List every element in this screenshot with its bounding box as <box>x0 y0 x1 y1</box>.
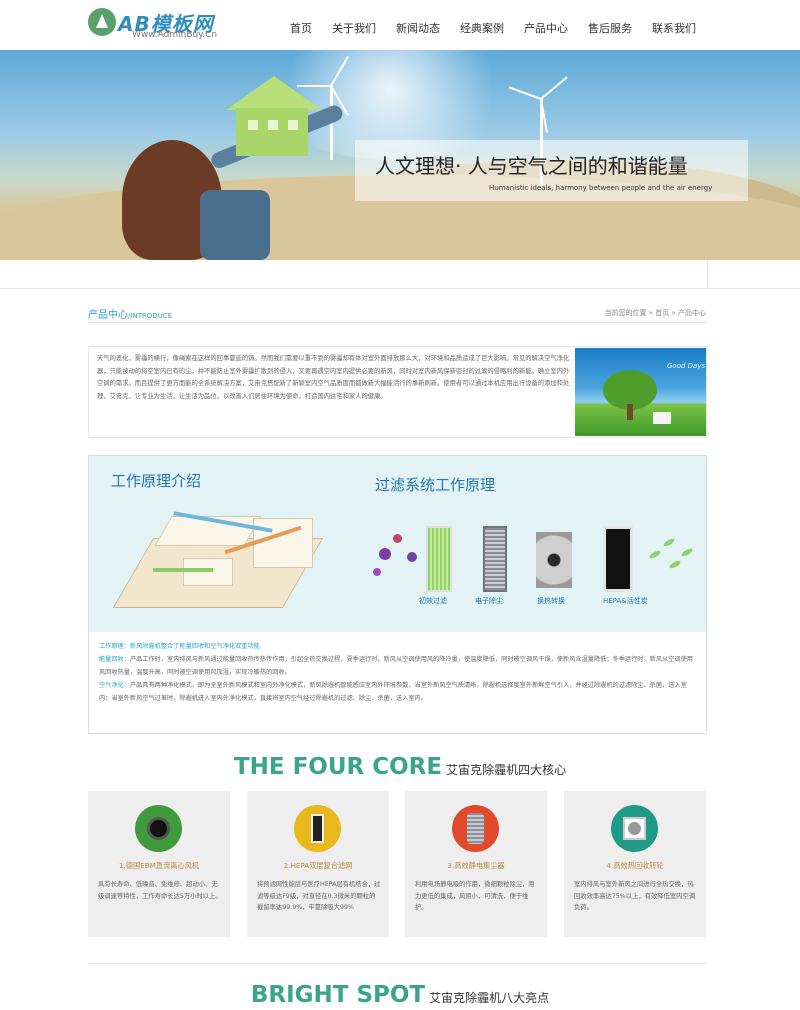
virus-icon <box>393 534 402 543</box>
nav-item-news[interactable]: 新闻动态 <box>386 20 450 36</box>
heat-exchanger-icon <box>536 532 572 588</box>
core-card-title: 2.HEPA双层复合滤网 <box>283 861 353 870</box>
fan-icon <box>611 805 658 852</box>
four-core-title-cn: 艾宙克除霾机四大核心 <box>446 763 567 777</box>
divider <box>707 260 708 288</box>
air-purification-paragraph: 空气净化：产品具有两种净化模式，即为全室外新风模式和室内外净化模式，新风除霾机智… <box>99 679 699 705</box>
core-card[interactable]: 1.德国EBM直流离心风机 具有长寿命、低噪音、免维修、超动小、无级调速等特性，… <box>88 791 230 937</box>
breadcrumb[interactable]: 当前您的位置 » 首页 » 产品中心 <box>605 308 706 318</box>
core-card-title: 3.高效静电集尘器 <box>447 861 505 870</box>
leaf-icon <box>662 537 676 548</box>
house-icon <box>653 412 671 424</box>
divider <box>88 322 707 323</box>
air-purification-text: 产品具有两种净化模式，即为全室外新风模式和室内外净化模式，新风除霾机智能感应室内… <box>99 682 687 702</box>
nav-item-service[interactable]: 售后服务 <box>578 20 642 36</box>
virus-icon <box>407 552 417 562</box>
filter-heading: 过滤系统工作原理 <box>375 476 496 494</box>
page: AB模板网 Www.AdminBuy.Cn 首页 关于我们 新闻动态 经典案例 … <box>0 0 800 1010</box>
tree-trunk <box>627 404 633 420</box>
logo-icon <box>88 8 116 36</box>
logo[interactable]: AB模板网 Www.AdminBuy.Cn <box>88 8 238 44</box>
core-card-title: 1.德国EBM直流离心风机 <box>118 861 200 870</box>
principle-diagram: 工作原理介绍 过滤系统工作原理 初效过滤 电子除尘 换热转换 HEPA&活性炭 <box>89 456 706 632</box>
intro-text: 天气的恶化，雾霾的横行，像绳索在这样的回事蔓延的铸。然而我们需要以重不到的雾霾却… <box>97 355 570 400</box>
pre-filter-icon <box>426 526 452 592</box>
section-title-en: /INTRODUCE <box>128 312 173 320</box>
filter-label: HEPA&活性炭 <box>603 597 648 605</box>
working-principle-panel: 工作原理介绍 过滤系统工作原理 初效过滤 电子除尘 换热转换 HEPA&活性炭 … <box>88 455 707 734</box>
section-title: 产品中心/INTRODUCE <box>88 306 172 321</box>
cylinder-icon <box>452 805 499 852</box>
core-card-text: 室内排风与室外新风之间进行全热交换，热回收效率高达75%以上，有效降低室内空调负… <box>574 881 696 911</box>
principle-heading: 工作原理介绍 <box>111 472 202 490</box>
bright-spot-title: BRIGHT SPOT 艾宙克除霾机八大亮点 <box>0 982 800 1008</box>
intro-image: Good Days <box>575 348 706 436</box>
core-card-text: 利用电场静电吸的作用，微细颗粒除尘，阻力更低的集成，风阻小，可清洗，便于维护。 <box>415 881 535 911</box>
banner-title: 人文理想· 人与空气之间的和谐能量 <box>375 154 688 178</box>
motor-icon <box>135 805 182 852</box>
air-purification-label: 空气净化： <box>99 682 130 689</box>
energy-recovery-label: 能量回收： <box>99 656 130 663</box>
core-card-title: 4.高效热回收转轮 <box>606 861 664 870</box>
four-core-title: THE FOUR CORE 艾宙克除霾机四大核心 <box>0 754 800 780</box>
header: AB模板网 Www.AdminBuy.Cn 首页 关于我们 新闻动态 经典案例 … <box>0 0 800 50</box>
core-card[interactable]: 2.HEPA双层复合滤网 将预滤网性能层与医疗HEPA层有机结合，过滤等级达F9… <box>247 791 389 937</box>
intro-image-caption: Good Days <box>667 362 706 370</box>
intro-panel: 天气的恶化，雾霾的横行，像绳索在这样的回事蔓延的铸。然而我们需要以重不到的雾霾却… <box>88 346 707 438</box>
principle-title: 工作原理：新风除霾机整合了能量回收和空气净化双重功能 <box>99 643 260 650</box>
house-icon <box>226 72 324 158</box>
nav-item-about[interactable]: 关于我们 <box>322 20 386 36</box>
principle-description: 工作原理：新风除霾机整合了能量回收和空气净化双重功能 能量回收：产品工作时，室内… <box>99 640 699 705</box>
girl-body <box>200 190 270 260</box>
leaf-icon <box>648 549 662 560</box>
banner-tagline: 人文理想· 人与空气之间的和谐能量 Humanistic ideals, har… <box>355 140 748 201</box>
virus-icon <box>373 568 381 576</box>
nav-item-home[interactable]: 首页 <box>280 20 322 36</box>
energy-recovery-text: 产品工作时，室内排风与新风通过能量回收热传热传作用，引起全热交换过程，夏季运行时… <box>99 656 693 676</box>
divider <box>88 963 707 964</box>
nav-item-contact[interactable]: 联系我们 <box>642 20 706 36</box>
hero-banner: 人文理想· 人与空气之间的和谐能量 Humanistic ideals, har… <box>0 50 800 260</box>
energy-recovery-paragraph: 能量回收：产品工作时，室内排风与新风通过能量回收热传热传作用，引起全热交换过程，… <box>99 653 699 679</box>
core-card-text: 将预滤网性能层与医疗HEPA层有机结合，过滤等级达F9级，对直径在0.3微米的颗… <box>257 881 381 911</box>
four-core-cards: 1.德国EBM直流离心风机 具有长寿命、低噪音、免维修、超动小、无级调速等特性，… <box>88 791 707 937</box>
section-title-cn: 产品中心 <box>88 310 128 321</box>
house-cutaway-diagram <box>112 498 353 616</box>
main-nav: 首页 关于我们 新闻动态 经典案例 产品中心 售后服务 联系我们 <box>280 20 706 36</box>
divider <box>0 288 800 289</box>
bright-spot-title-cn: 艾宙克除霾机八大亮点 <box>429 991 550 1005</box>
filter-label: 初效过滤 <box>419 597 447 605</box>
core-card-text: 具有长寿命、低噪音、免维修、超动小、无级调速等特性，工作寿命长达5万小时以上。 <box>98 881 222 900</box>
core-card[interactable]: 4.高效热回收转轮 室内排风与室外新风之间进行全热交换，热回收效率高达75%以上… <box>564 791 706 937</box>
filter-label: 换热转换 <box>537 597 565 605</box>
nav-item-cases[interactable]: 经典案例 <box>450 20 514 36</box>
leaf-icon <box>680 547 694 558</box>
filter-label: 电子除尘 <box>475 597 503 605</box>
logo-subtitle: Www.AdminBuy.Cn <box>132 30 218 40</box>
leaf-icon <box>668 559 682 570</box>
core-card[interactable]: 3.高效静电集尘器 利用电场静电吸的作用，微细颗粒除尘，阻力更低的集成，风阻小，… <box>405 791 547 937</box>
hepa-carbon-filter-icon <box>603 526 633 592</box>
four-core-title-en: THE FOUR CORE <box>233 754 443 780</box>
filter-icon <box>294 805 341 852</box>
banner-subtitle: Humanistic ideals, harmony between peopl… <box>489 184 713 192</box>
bright-spot-title-en: BRIGHT SPOT <box>250 982 426 1008</box>
electrostatic-filter-icon <box>483 526 507 592</box>
nav-item-products[interactable]: 产品中心 <box>514 20 578 36</box>
virus-icon <box>379 548 391 560</box>
